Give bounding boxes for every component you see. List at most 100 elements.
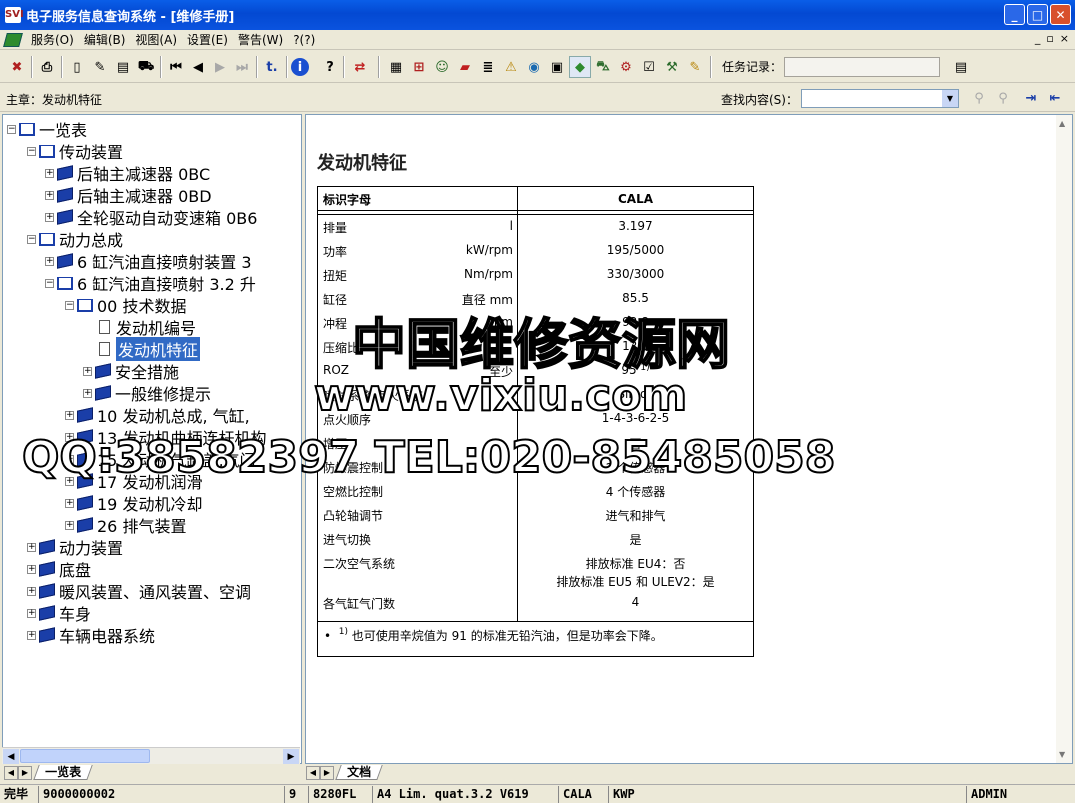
new-document-icon[interactable]: ▯: [66, 56, 88, 78]
scroll-right-icon[interactable]: ▶: [283, 749, 299, 764]
print-icon[interactable]: ⎙: [36, 56, 58, 78]
tree-item[interactable]: 发动机特征: [83, 337, 201, 361]
expand-icon[interactable]: +: [65, 498, 74, 508]
service-manual-icon[interactable]: ◆: [569, 56, 591, 78]
car-icon[interactable]: ⛟: [135, 56, 157, 78]
expand-icon[interactable]: +: [65, 410, 74, 420]
tree-item[interactable]: + 一般维修提示: [83, 382, 211, 404]
tree-item[interactable]: + 车辆电器系统: [27, 624, 155, 646]
tree-item[interactable]: − 传动装置: [27, 140, 123, 162]
collapse-icon[interactable]: ⇤: [1044, 87, 1066, 109]
edit-document-icon[interactable]: ✎: [89, 56, 111, 78]
tab-prev-icon[interactable]: ◀: [4, 765, 18, 780]
expand-icon[interactable]: +: [45, 256, 54, 266]
warning-icon[interactable]: ⚠: [500, 56, 522, 78]
tree-item[interactable]: 发动机编号: [83, 316, 196, 338]
tree-item[interactable]: − 一览表: [7, 118, 87, 140]
components-icon[interactable]: ⊞: [408, 56, 430, 78]
find-next-icon[interactable]: ⚲: [992, 87, 1014, 109]
expand-icon[interactable]: +: [27, 586, 36, 596]
help-icon[interactable]: ?: [319, 56, 341, 78]
collapse-icon[interactable]: −: [27, 146, 36, 156]
menu-service[interactable]: 服务(O): [31, 31, 74, 48]
task-record-icon[interactable]: ▤: [950, 56, 972, 78]
scroll-up-icon[interactable]: ▲: [1059, 119, 1065, 128]
tab-prev-icon[interactable]: ◀: [306, 765, 320, 780]
collapse-icon[interactable]: −: [45, 278, 54, 288]
tab-document[interactable]: 文档: [335, 765, 383, 780]
expand-icon[interactable]: +: [27, 630, 36, 640]
tree-item[interactable]: + 动力装置: [27, 536, 123, 558]
first-page-icon[interactable]: ⏮: [165, 56, 187, 78]
find-icon[interactable]: ⚲: [968, 87, 990, 109]
tree-item[interactable]: +26 排气装置: [65, 514, 186, 536]
maximize-button[interactable]: □: [1027, 4, 1048, 25]
scroll-left-icon[interactable]: ◀: [3, 749, 19, 764]
previous-page-icon[interactable]: ◀: [187, 56, 209, 78]
tree-item[interactable]: + 全轮驱动自动变速箱 0B6: [45, 206, 257, 228]
expand-icon[interactable]: +: [45, 190, 54, 200]
tab-next-icon[interactable]: ▶: [320, 765, 334, 780]
scrollbar-thumb[interactable]: [20, 749, 150, 763]
menu-view[interactable]: 视图(A): [135, 31, 177, 48]
tree-item[interactable]: +6 缸汽油直接喷射装置 3: [45, 250, 252, 272]
refresh-icon[interactable]: ⇄: [349, 56, 371, 78]
tree-item[interactable]: + 安全措施: [83, 360, 179, 382]
tree-item[interactable]: +17 发动机润滑: [65, 470, 202, 492]
globe-icon[interactable]: ◉: [523, 56, 545, 78]
expand-icon[interactable]: +: [65, 520, 74, 530]
tree-horizontal-scrollbar[interactable]: ◀ ▶: [2, 747, 300, 764]
menu-edit[interactable]: 编辑(B): [84, 31, 126, 48]
next-page-icon[interactable]: ▶: [209, 56, 231, 78]
collapse-icon[interactable]: −: [65, 300, 74, 310]
expand-icon[interactable]: +: [83, 366, 92, 376]
close-button[interactable]: ✕: [1050, 4, 1071, 25]
mdi-minimize-button[interactable]: _: [1035, 32, 1041, 45]
expand-icon[interactable]: +: [65, 432, 74, 442]
expand-icon[interactable]: +: [65, 476, 74, 486]
tree-item[interactable]: + 车身: [27, 602, 91, 624]
person-icon[interactable]: ☺: [431, 56, 453, 78]
document-vertical-scrollbar[interactable]: ▲ ▼: [1056, 115, 1072, 763]
clipboard-icon[interactable]: ▤: [112, 56, 134, 78]
mdi-close-button[interactable]: ×: [1060, 32, 1069, 45]
exit-icon[interactable]: ✖: [6, 56, 28, 78]
expand-icon[interactable]: +: [45, 212, 54, 222]
menu-settings[interactable]: 设置(E): [187, 31, 228, 48]
up-level-icon[interactable]: t.: [261, 56, 283, 78]
tree-item[interactable]: − 00 技术数据: [65, 294, 186, 316]
last-page-icon[interactable]: ⏭: [231, 56, 253, 78]
expand-icon[interactable]: +: [65, 454, 74, 464]
text-document-icon[interactable]: ≣: [477, 56, 499, 78]
tree-item[interactable]: + 暖风装置、通风装置、空调: [27, 580, 251, 602]
expand-icon[interactable]: ⇥: [1020, 87, 1042, 109]
checklist-icon[interactable]: ☑: [638, 56, 660, 78]
expand-icon[interactable]: +: [27, 564, 36, 574]
menu-help[interactable]: ?(?): [293, 33, 315, 47]
expand-icon[interactable]: +: [83, 388, 92, 398]
tree-item[interactable]: +15 发动机气缸盖,气门: [65, 448, 256, 470]
menu-warning[interactable]: 警告(W): [238, 31, 283, 48]
manual-book-icon[interactable]: ▰: [454, 56, 476, 78]
tree-item[interactable]: − 6 缸汽油直接喷射 3.2 升: [45, 272, 256, 294]
expand-icon[interactable]: +: [27, 608, 36, 618]
collapse-icon[interactable]: −: [7, 124, 16, 134]
chevron-down-icon[interactable]: ▼: [942, 90, 958, 107]
tree-item[interactable]: − 动力总成: [27, 228, 123, 250]
search-input[interactable]: ▼: [801, 89, 959, 108]
vehicle-icon[interactable]: ⛍: [592, 56, 614, 78]
collapse-icon[interactable]: −: [27, 234, 36, 244]
tree-item[interactable]: +19 发动机冷却: [65, 492, 202, 514]
save-icon[interactable]: ▣: [546, 56, 568, 78]
tools-icon[interactable]: ⚒: [661, 56, 683, 78]
tab-next-icon[interactable]: ▶: [18, 765, 32, 780]
diagnosis-icon[interactable]: ⚙: [615, 56, 637, 78]
tip-icon[interactable]: ✎: [684, 56, 706, 78]
calculator-icon[interactable]: ▦: [385, 56, 407, 78]
tree-item[interactable]: + 后轴主减速器 0BD: [45, 184, 212, 206]
expand-icon[interactable]: +: [27, 542, 36, 552]
expand-icon[interactable]: +: [45, 168, 54, 178]
tree-item[interactable]: + 后轴主减速器 0BC: [45, 162, 210, 184]
tab-overview[interactable]: 一览表: [33, 765, 93, 780]
tree-item[interactable]: +10 发动机总成, 气缸,: [65, 404, 250, 426]
